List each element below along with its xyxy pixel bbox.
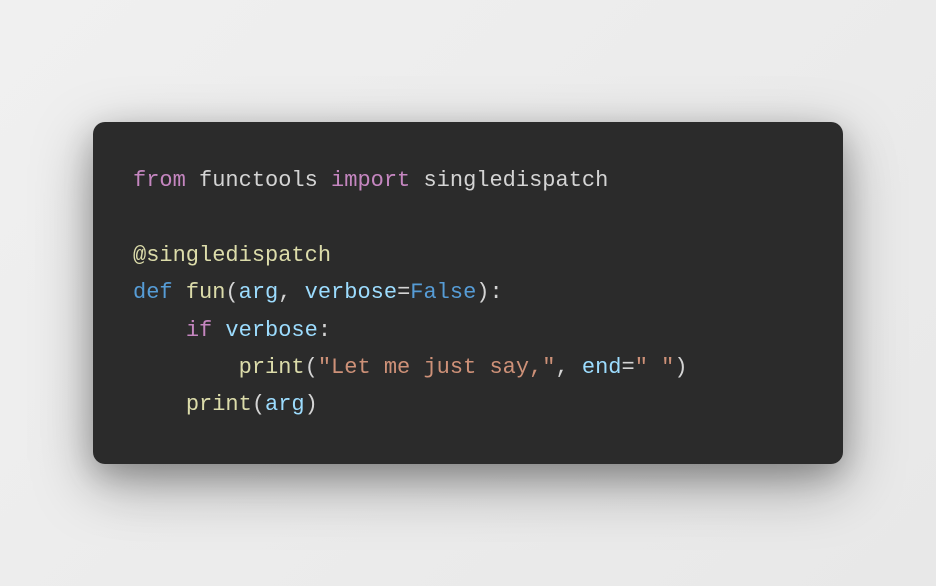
keyword-def: def: [133, 280, 173, 305]
kwarg-end: end: [582, 355, 622, 380]
keyword-import: import: [331, 168, 410, 193]
module-name: functools: [199, 168, 318, 193]
paren-open: (: [305, 355, 318, 380]
arg-ref: arg: [265, 392, 305, 417]
builtin-print: print: [186, 392, 252, 417]
paren-open: (: [252, 392, 265, 417]
indent: [133, 318, 186, 343]
builtin-print: print: [239, 355, 305, 380]
import-name: singledispatch: [423, 168, 608, 193]
code-block: from functools import singledispatch @si…: [93, 122, 843, 464]
indent: [133, 392, 186, 417]
bool-false: False: [410, 280, 476, 305]
string-literal: " ": [635, 355, 675, 380]
equals: =: [397, 280, 410, 305]
paren-close: ): [674, 355, 687, 380]
keyword-if: if: [186, 318, 212, 343]
paren-close: ): [305, 392, 318, 417]
param-arg: arg: [239, 280, 279, 305]
function-name: fun: [186, 280, 226, 305]
decorator: @singledispatch: [133, 243, 331, 268]
param-verbose: verbose: [305, 280, 397, 305]
equals: =: [622, 355, 635, 380]
indent: [133, 355, 239, 380]
keyword-from: from: [133, 168, 186, 193]
code-content: from functools import singledispatch @si…: [133, 162, 803, 424]
paren-open: (: [225, 280, 238, 305]
colon: :: [318, 318, 331, 343]
comma: ,: [555, 355, 581, 380]
paren-close: ):: [476, 280, 502, 305]
condition: verbose: [225, 318, 317, 343]
comma: ,: [278, 280, 304, 305]
string-literal: "Let me just say,": [318, 355, 556, 380]
